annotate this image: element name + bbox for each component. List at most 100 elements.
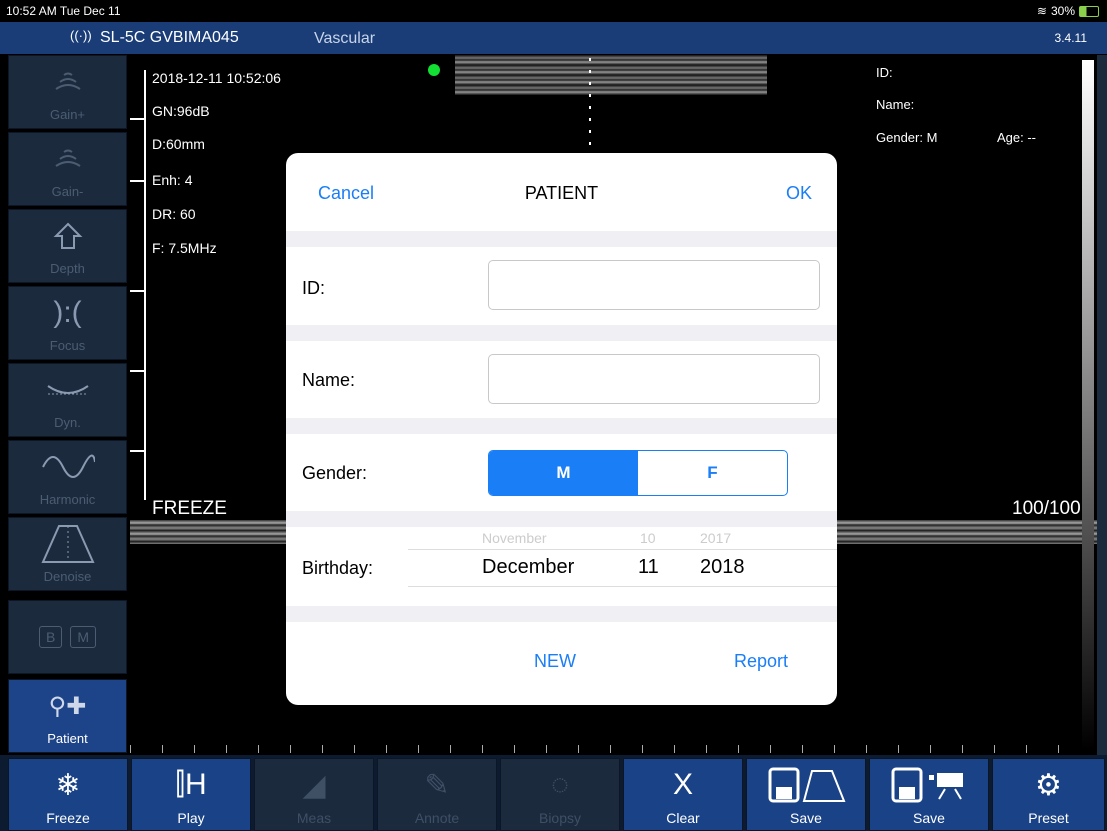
ok-button[interactable]: OK (786, 183, 812, 204)
measure-button[interactable]: ◢ Meas (254, 758, 374, 831)
dynamic-range-icon (9, 372, 126, 408)
depth-button[interactable]: Depth (8, 209, 127, 283)
bottom-scale-ruler (130, 745, 1090, 753)
freeze-button[interactable]: ❄ Freeze (8, 758, 128, 831)
depth-ruler-tick (130, 450, 144, 452)
b-m-mode-button[interactable]: B M (8, 600, 127, 674)
play-button[interactable]: ⫿H Play (131, 758, 251, 831)
grayscale-bar (1082, 60, 1094, 750)
depth-ruler-tick (130, 180, 144, 182)
picker-year[interactable]: 2018 (700, 556, 745, 579)
wifi-icon: ≋ (1036, 4, 1047, 18)
gain-readout: GN:96dB (152, 103, 210, 119)
save-video-icon (870, 765, 988, 805)
depth-ruler (144, 70, 146, 500)
section-divider (286, 606, 837, 622)
clear-label: Clear (666, 810, 700, 826)
gender-female-option[interactable]: F (638, 451, 787, 495)
depth-ruler-tick (130, 118, 144, 120)
patient-button[interactable]: ⚲✚ Patient (8, 679, 127, 753)
annotate-icon: ✎ (424, 768, 450, 802)
depth-ruler-tick (130, 290, 144, 292)
wireless-signal-icon: ((·)) (70, 28, 92, 43)
preset-label: Preset (1028, 810, 1069, 826)
b-m-mode-icon: B M (9, 619, 126, 655)
dr-readout: DR: 60 (152, 206, 196, 222)
dialog-title: PATIENT (524, 183, 599, 203)
biopsy-label: Biopsy (538, 810, 582, 826)
new-patient-button[interactable]: NEW (534, 651, 576, 672)
name-label: Name: (302, 370, 356, 390)
gain-down-button[interactable]: Gain- (8, 132, 127, 206)
picker-day-prev: 10 (640, 530, 656, 546)
section-divider (286, 325, 837, 341)
picker-day[interactable]: 11 (638, 556, 659, 579)
patient-gender-readout: Gender: M (876, 130, 938, 145)
right-panel-handle[interactable] (1097, 55, 1107, 755)
freeze-label: Freeze (46, 810, 90, 826)
denoise-icon (9, 525, 126, 563)
measure-icon: ◢ (302, 768, 326, 802)
focus-button[interactable]: ):( Focus (8, 286, 127, 360)
gain-down-label: Gain- (51, 184, 84, 199)
dynamic-range-button[interactable]: Dyn. (8, 363, 127, 437)
battery-percent: 30% (1050, 4, 1075, 18)
section-divider (286, 511, 837, 527)
picker-year-prev: 2017 (700, 530, 732, 546)
battery-icon (1079, 5, 1099, 17)
denoise-button[interactable]: Denoise (8, 517, 127, 591)
dialog-header: Cancel PATIENT OK (286, 153, 837, 231)
harmonic-button[interactable]: Harmonic (8, 440, 127, 514)
patient-dialog: Cancel PATIENT OK ID: Name: Gender: M F … (286, 153, 837, 705)
gender-male-option[interactable]: M (489, 451, 638, 495)
battery-indicator: ≋ 30% (1037, 4, 1099, 18)
depth-readout: D:60mm (152, 136, 205, 152)
bottom-toolbar: ❄ Freeze ⫿H Play ◢ Meas ✎ Annote ◌ Biops… (0, 755, 1107, 831)
center-guide-line (589, 58, 591, 158)
report-button[interactable]: Report (734, 651, 788, 672)
m-mode-label: M (70, 626, 96, 648)
exam-mode-selector[interactable]: Vascular (314, 30, 375, 48)
patient-label: Patient (47, 731, 88, 746)
save-video-button[interactable]: Save (869, 758, 989, 831)
gain-up-button[interactable]: Gain+ (8, 55, 127, 129)
focus-label: Focus (49, 338, 86, 353)
preset-button[interactable]: ⚙ Preset (992, 758, 1105, 831)
clear-icon: X (672, 768, 693, 801)
save-image-button[interactable]: Save (746, 758, 866, 831)
depth-icon (9, 218, 126, 254)
annotate-button[interactable]: ✎ Annote (377, 758, 497, 831)
id-label: ID: (302, 278, 326, 298)
status-bar: 10:52 AM Tue Dec 11 ≋ 30% (0, 0, 1107, 22)
title-bar: ((·)) SL-5C GVBIMA045 Vascular 3.4.11 (0, 22, 1107, 54)
patient-id-field[interactable] (488, 260, 820, 310)
image-datetime: 2018-12-11 10:52:06 (152, 70, 281, 86)
play-icon: ⫿H (175, 768, 207, 801)
snowflake-icon: ❄ (55, 768, 81, 802)
gain-up-label: Gain+ (49, 107, 86, 122)
save-image-label: Save (790, 810, 822, 826)
birthday-label: Birthday: (302, 558, 374, 578)
harmonic-icon (9, 449, 126, 485)
gender-label: Gender: (302, 463, 368, 483)
gain-down-icon (9, 141, 126, 177)
probe-name: SL-5C GVBIMA045 (100, 29, 239, 46)
patient-name-field[interactable] (488, 354, 820, 404)
dynamic-range-label: Dyn. (54, 415, 81, 430)
save-image-icon (747, 765, 865, 805)
status-time: 10:52 AM Tue Dec 11 (6, 4, 121, 18)
annotate-label: Annote (414, 810, 460, 826)
b-mode-label: B (38, 626, 63, 648)
gear-icon: ⚙ (1035, 768, 1062, 802)
depth-label: Depth (50, 261, 85, 276)
patient-age-readout: Age: -- (997, 130, 1037, 145)
version-label: 3.4.11 (1054, 31, 1087, 45)
birthday-date-picker[interactable]: November 10 2017 December 11 2018 (408, 530, 837, 587)
gain-up-icon (9, 64, 126, 100)
patient-name-readout: Name: (876, 97, 915, 112)
clear-button[interactable]: X Clear (623, 758, 743, 831)
depth-ruler-tick (130, 370, 144, 372)
picker-month[interactable]: December (482, 556, 574, 579)
biopsy-button[interactable]: ◌ Biopsy (500, 758, 620, 831)
play-label: Play (177, 810, 205, 826)
